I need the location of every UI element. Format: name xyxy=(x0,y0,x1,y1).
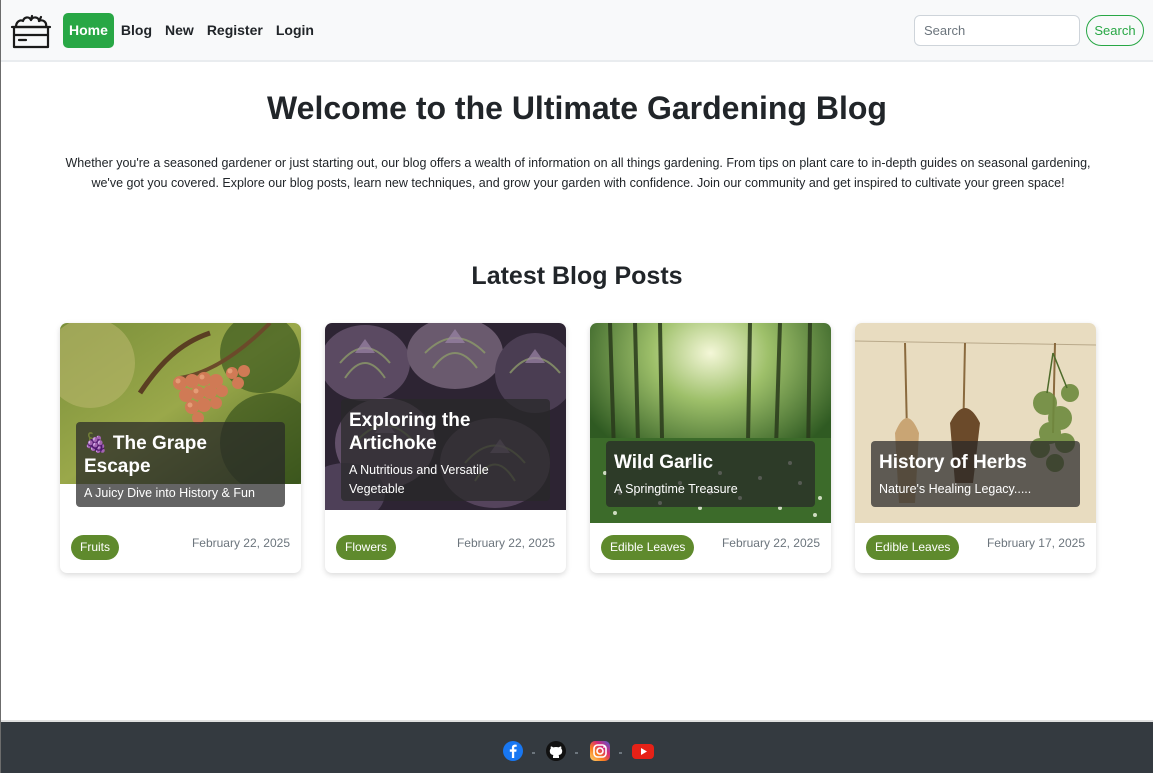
category-badge[interactable]: Fruits xyxy=(71,535,119,560)
facebook-icon[interactable] xyxy=(502,740,524,762)
post-title: 🍇 The Grape Escape xyxy=(84,433,207,477)
post-date: February 22, 2025 xyxy=(456,536,555,550)
post-title: Exploring the Artichoke xyxy=(349,410,471,454)
nav-link-home[interactable]: Home xyxy=(63,13,114,48)
category-badge[interactable]: Flowers xyxy=(336,535,397,560)
post-subtitle: A Nutritious and Versatile Vegetable xyxy=(349,463,489,496)
hero-text: Whether you're a seasoned gardener or ju… xyxy=(65,156,1091,190)
blog-card[interactable]: History of Herbs Nature's Healing Legacy… xyxy=(855,323,1096,573)
nav-link-register[interactable]: Register xyxy=(201,13,269,48)
post-title: Wild Garlic xyxy=(614,452,714,473)
card-overlay: Wild Garlic A Springtime Treasure xyxy=(606,441,815,507)
hero-title: Welcome to the Ultimate Gardening Blog xyxy=(267,90,887,126)
nav-link-blog[interactable]: Blog xyxy=(115,13,158,48)
blog-card[interactable]: Exploring the Artichoke A Nutritious and… xyxy=(325,323,566,573)
card-overlay: 🍇 The Grape Escape A Juicy Dive into His… xyxy=(76,422,285,519)
search-input[interactable] xyxy=(914,15,1080,46)
navbar: Home Blog New Register Login Search xyxy=(1,0,1153,62)
blog-card[interactable]: Wild Garlic A Springtime Treasure Edible… xyxy=(590,323,831,573)
post-date: February 22, 2025 xyxy=(191,536,290,550)
separator xyxy=(532,752,535,754)
post-date: February 22, 2025 xyxy=(721,536,820,550)
category-badge[interactable]: Edible Leaves xyxy=(866,535,960,560)
card-overlay: Exploring the Artichoke A Nutritious and… xyxy=(341,399,550,501)
post-date: February 17, 2025 xyxy=(986,536,1085,550)
search-button[interactable]: Search xyxy=(1086,15,1144,46)
github-icon[interactable] xyxy=(545,740,567,762)
youtube-icon[interactable] xyxy=(632,740,654,762)
separator xyxy=(575,752,578,754)
footer xyxy=(1,720,1153,773)
latest-posts-title: Latest Blog Posts xyxy=(471,262,683,290)
category-badge[interactable]: Edible Leaves xyxy=(601,535,695,560)
blog-card[interactable]: 🍇 The Grape Escape A Juicy Dive into His… xyxy=(60,323,301,573)
nav-link-login[interactable]: Login xyxy=(270,13,320,48)
post-subtitle: Nature's Healing Legacy..... xyxy=(879,482,1032,496)
separator xyxy=(619,752,622,754)
instagram-icon[interactable] xyxy=(589,740,611,762)
card-overlay: History of Herbs Nature's Healing Legacy… xyxy=(871,441,1080,507)
nav-link-new[interactable]: New xyxy=(159,13,200,48)
post-subtitle: A Springtime Treasure xyxy=(614,482,738,496)
post-title: History of Herbs xyxy=(879,452,1027,473)
post-subtitle: A Juicy Dive into History & Fun Facts xyxy=(84,486,255,519)
garden-crate-icon[interactable] xyxy=(10,13,52,51)
